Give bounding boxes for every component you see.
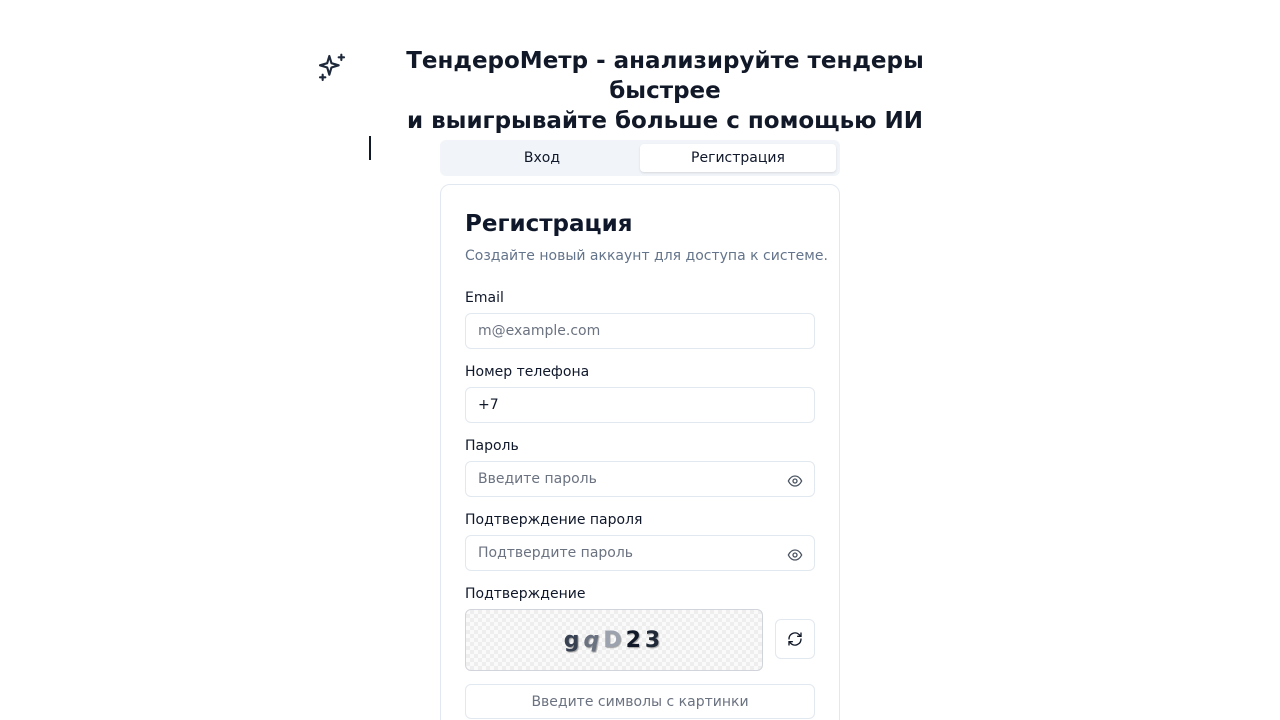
- email-label: Email: [465, 290, 504, 306]
- sparkles-icon: [315, 51, 349, 85]
- captcha-char: g: [563, 627, 584, 653]
- phone-label: Номер телефона: [465, 364, 590, 380]
- captcha-text: gqD23: [564, 628, 664, 653]
- page-title-line-2-text: и выигрывайте больше с помощью ИИ: [406, 108, 924, 134]
- captcha-label: Подтверждение: [465, 586, 586, 602]
- registration-card: Регистрация Создайте новый аккаунт для д…: [440, 184, 840, 720]
- auth-tabs: Вход Регистрация: [440, 140, 840, 176]
- registration-page: ТендероМетр - анализируйте тендеры быстр…: [0, 0, 1280, 720]
- text-caret: [369, 136, 371, 160]
- page-title-line-1: ТендероМетр - анализируйте тендеры быстр…: [406, 48, 924, 104]
- refresh-icon: [787, 631, 803, 647]
- captcha-image: gqD23: [465, 609, 763, 671]
- tab-register[interactable]: Регистрация: [640, 144, 836, 172]
- tab-login[interactable]: Вход: [444, 144, 640, 172]
- captcha-refresh-button[interactable]: [775, 619, 815, 659]
- phone-field[interactable]: [465, 387, 815, 423]
- captcha-char: 3: [644, 627, 665, 653]
- captcha-char: 2: [625, 627, 645, 653]
- eye-icon[interactable]: [787, 547, 803, 563]
- card-title: Регистрация: [465, 211, 633, 237]
- password-field[interactable]: [465, 461, 815, 497]
- email-field[interactable]: [465, 313, 815, 349]
- card-description: Создайте новый аккаунт для доступа к сис…: [465, 248, 828, 264]
- confirm-password-field[interactable]: [465, 535, 815, 571]
- confirm-password-label: Подтверждение пароля: [465, 512, 643, 528]
- captcha-char: q: [583, 627, 604, 653]
- eye-icon[interactable]: [787, 473, 803, 489]
- captcha-input[interactable]: [465, 684, 815, 719]
- captcha-char: D: [603, 627, 626, 653]
- password-label: Пароль: [465, 438, 519, 454]
